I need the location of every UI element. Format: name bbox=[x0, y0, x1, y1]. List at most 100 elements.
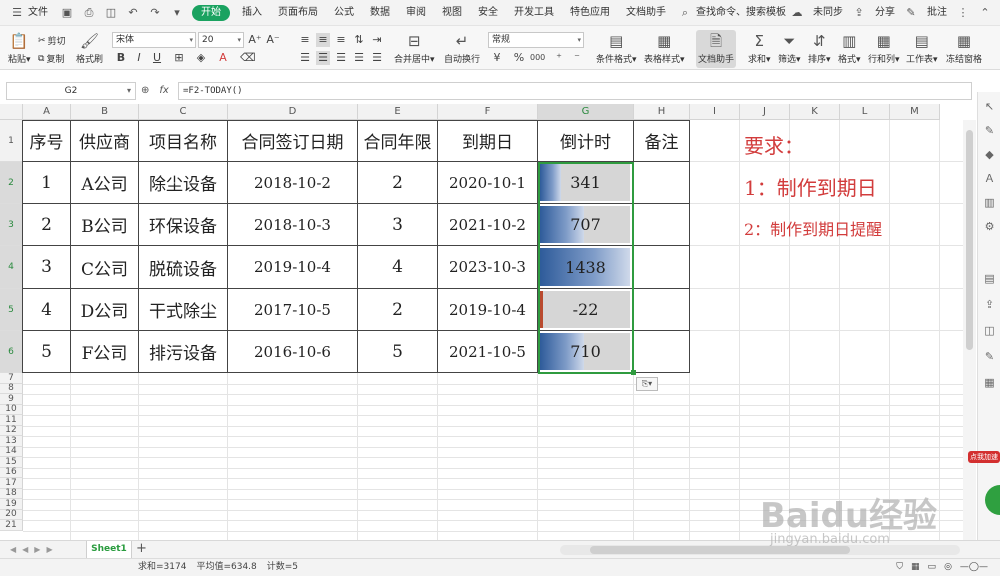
paste-options-button[interactable]: ⎘▾ bbox=[636, 377, 658, 391]
read-mode-icon[interactable]: ◎ bbox=[944, 559, 952, 576]
cell-sign-date[interactable]: 2019-10-4 bbox=[228, 246, 358, 289]
freeze-panes-button[interactable]: ▦ 冻结窗格 bbox=[946, 32, 982, 65]
row-header-7[interactable]: 7 bbox=[0, 373, 23, 384]
cell-project[interactable]: 除尘设备 bbox=[139, 162, 228, 204]
distribute-icon[interactable]: ☰ bbox=[370, 51, 384, 65]
row-header-1[interactable]: 1 bbox=[0, 120, 23, 162]
column-header-b[interactable]: B bbox=[71, 104, 139, 120]
wrap-text-button[interactable]: ↵ 自动换行 bbox=[444, 32, 480, 65]
normal-view-icon[interactable]: ▦ bbox=[911, 559, 920, 576]
decrease-decimal-icon[interactable]: ⁻ bbox=[570, 51, 584, 65]
horizontal-scrollbar[interactable] bbox=[560, 545, 960, 555]
cell-remark[interactable] bbox=[634, 204, 690, 246]
orientation-icon[interactable]: ⇅ bbox=[352, 33, 366, 47]
cell-due-date[interactable]: 2021-10-5 bbox=[438, 331, 538, 373]
percent-button[interactable]: % bbox=[512, 51, 526, 65]
tab-doc-assistant[interactable]: 文档助手 bbox=[618, 0, 674, 26]
row-header-2[interactable]: 2 bbox=[0, 162, 23, 204]
row-header-17[interactable]: 17 bbox=[0, 478, 23, 489]
more-icon[interactable]: ⋮ bbox=[956, 6, 970, 20]
shrink-font-button[interactable]: A⁻ bbox=[266, 33, 280, 47]
table-style-button[interactable]: ▦ 表格样式▾ bbox=[644, 32, 685, 65]
currency-icon[interactable]: ¥ bbox=[490, 51, 504, 65]
tab-home[interactable]: 开始 bbox=[192, 4, 230, 21]
row-header-9[interactable]: 9 bbox=[0, 394, 23, 405]
tab-developer[interactable]: 开发工具 bbox=[506, 0, 562, 26]
cell-supplier[interactable]: B公司 bbox=[71, 204, 139, 246]
column-header-g[interactable]: G bbox=[538, 104, 634, 120]
sort-button[interactable]: ⇵ 排序▾ bbox=[808, 32, 831, 65]
cell-supplier[interactable]: C公司 bbox=[71, 246, 139, 289]
cell-seq[interactable]: 4 bbox=[23, 289, 71, 331]
bold-button[interactable]: B bbox=[114, 51, 128, 65]
fill-handle[interactable] bbox=[631, 370, 636, 375]
select-all-corner[interactable] bbox=[0, 104, 23, 120]
cell-project[interactable]: 排污设备 bbox=[139, 331, 228, 373]
pointer-icon[interactable]: ↖ bbox=[983, 100, 996, 113]
row-header-16[interactable]: 16 bbox=[0, 467, 23, 478]
row-header-13[interactable]: 13 bbox=[0, 436, 23, 447]
align-middle-icon[interactable]: ≡ bbox=[316, 33, 330, 47]
cell-seq[interactable]: 3 bbox=[23, 246, 71, 289]
sum-button[interactable]: Σ 求和▾ bbox=[748, 32, 771, 65]
cell-term[interactable]: 4 bbox=[358, 246, 438, 289]
cell-sign-date[interactable]: 2016-10-6 bbox=[228, 331, 358, 373]
sidebar-grid-icon[interactable]: ▦ bbox=[983, 376, 996, 389]
vertical-scrollbar[interactable] bbox=[963, 120, 976, 540]
pen-icon[interactable]: ✎ bbox=[983, 124, 996, 137]
underline-button[interactable]: U bbox=[150, 51, 164, 65]
header-supplier[interactable]: 供应商 bbox=[71, 120, 139, 162]
sheet-tab-sheet1[interactable]: Sheet1 bbox=[86, 541, 132, 559]
cell-due-date[interactable]: 2020-10-1 bbox=[438, 162, 538, 204]
format-button[interactable]: ▥ 格式▾ bbox=[838, 32, 861, 65]
tab-review[interactable]: 审阅 bbox=[398, 0, 434, 26]
rows-columns-button[interactable]: ▦ 行和列▾ bbox=[868, 32, 900, 65]
column-header-k[interactable]: K bbox=[790, 104, 840, 120]
copy-button[interactable]: ⧉ 复制 bbox=[38, 52, 64, 66]
print-icon[interactable]: ⎙ bbox=[82, 6, 96, 20]
border-icon[interactable]: ⊞ bbox=[172, 51, 186, 65]
column-header-j[interactable]: J bbox=[740, 104, 790, 120]
conditional-format-button[interactable]: ▤ 条件格式▾ bbox=[596, 32, 637, 65]
cell-sign-date[interactable]: 2018-10-3 bbox=[228, 204, 358, 246]
sheet-nav-arrows[interactable]: ◀◀▶▶ bbox=[10, 541, 59, 559]
tab-security[interactable]: 安全 bbox=[470, 0, 506, 26]
header-project[interactable]: 项目名称 bbox=[139, 120, 228, 162]
dropdown-icon[interactable]: ▾ bbox=[170, 6, 184, 20]
tab-formulas[interactable]: 公式 bbox=[326, 0, 362, 26]
row-header-3[interactable]: 3 bbox=[0, 204, 23, 246]
file-menu[interactable]: 文件 bbox=[28, 0, 56, 26]
cell-supplier[interactable]: A公司 bbox=[71, 162, 139, 204]
chart-icon[interactable]: ▥ bbox=[983, 196, 996, 209]
row-header-4[interactable]: 4 bbox=[0, 246, 23, 289]
text-icon[interactable]: Ａ bbox=[983, 172, 996, 185]
tab-features[interactable]: 特色应用 bbox=[562, 0, 618, 26]
tab-data[interactable]: 数据 bbox=[362, 0, 398, 26]
cell-due-date[interactable]: 2019-10-4 bbox=[438, 289, 538, 331]
cell-countdown[interactable]: 707 bbox=[538, 204, 634, 246]
cell-supplier[interactable]: F公司 bbox=[71, 331, 139, 373]
column-header-f[interactable]: F bbox=[438, 104, 538, 120]
font-color-icon[interactable]: A bbox=[216, 51, 230, 65]
row-header-6[interactable]: 6 bbox=[0, 331, 23, 373]
thousands-button[interactable]: 000 bbox=[530, 51, 545, 65]
cell-term[interactable]: 5 bbox=[358, 331, 438, 373]
sidebar-doc-icon[interactable]: ▤ bbox=[983, 272, 996, 285]
indent-icon[interactable]: ⇥ bbox=[370, 33, 384, 47]
print-preview-icon[interactable]: ◫ bbox=[104, 6, 118, 20]
column-header-h[interactable]: H bbox=[634, 104, 690, 120]
cell-remark[interactable] bbox=[634, 289, 690, 331]
row-header-21[interactable]: 21 bbox=[0, 520, 23, 531]
row-header-14[interactable]: 14 bbox=[0, 446, 23, 457]
shape-icon[interactable]: ◆ bbox=[983, 148, 996, 161]
header-countdown[interactable]: 倒计时 bbox=[538, 120, 634, 162]
cell-due-date[interactable]: 2021-10-2 bbox=[438, 204, 538, 246]
header-due-date[interactable]: 到期日 bbox=[438, 120, 538, 162]
eraser-icon[interactable]: ⌫ bbox=[240, 51, 256, 65]
merge-center-button[interactable]: ⊟ 合并居中▾ bbox=[394, 32, 435, 65]
add-sheet-button[interactable]: + bbox=[136, 541, 147, 557]
increase-decimal-icon[interactable]: ⁺ bbox=[552, 51, 566, 65]
vertical-scroll-thumb[interactable] bbox=[966, 130, 973, 350]
column-header-m[interactable]: M bbox=[890, 104, 940, 120]
name-box[interactable]: G2 ▾ bbox=[6, 82, 136, 100]
